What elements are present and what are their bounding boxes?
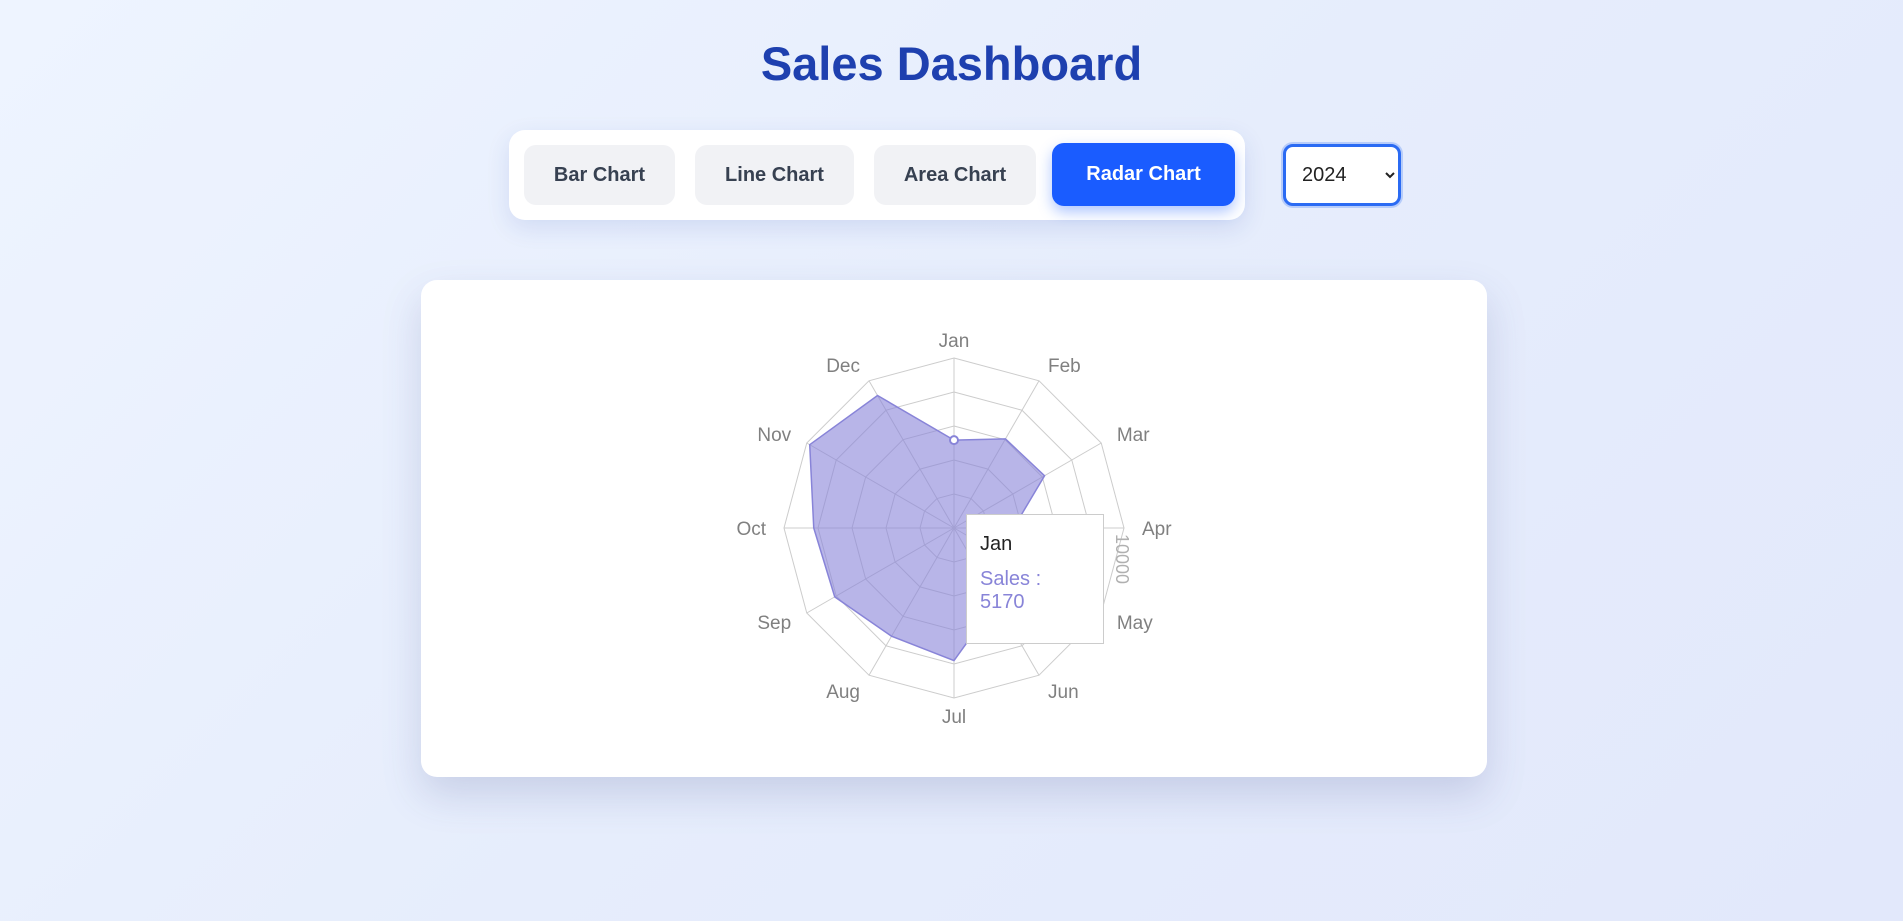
radar-category-label: Feb: [1048, 356, 1081, 377]
chart-tooltip: Jan Sales : 5170: [966, 514, 1104, 644]
tooltip-value: Sales : 5170: [980, 568, 1042, 613]
radar-category-label: Nov: [757, 425, 791, 446]
radar-category-label: Jun: [1048, 682, 1079, 703]
radar-category-label: Aug: [826, 682, 860, 703]
tooltip-label: Jan: [980, 533, 1013, 555]
radar-category-label: Mar: [1117, 425, 1150, 446]
tooltip-series-name: Sales: [980, 568, 1031, 590]
radar-point: [949, 435, 959, 446]
radar-category-label: Jan: [939, 331, 970, 352]
radar-category-label: May: [1117, 613, 1153, 634]
radar-category-label: Sep: [757, 613, 791, 634]
radar-category-label: Jul: [942, 707, 966, 728]
tooltip-series-value: 5170: [980, 591, 1025, 613]
radar-category-label: Oct: [736, 519, 766, 540]
radar-radius-tick-label: 10000: [1112, 534, 1132, 584]
radar-chart: Jan Feb Mar Apr May Jun Jul Aug Sep Oct Nov Dec 1000…: [736, 331, 1172, 728]
radar-category-label: Dec: [826, 356, 860, 377]
radar-category-label: Apr: [1142, 519, 1172, 540]
